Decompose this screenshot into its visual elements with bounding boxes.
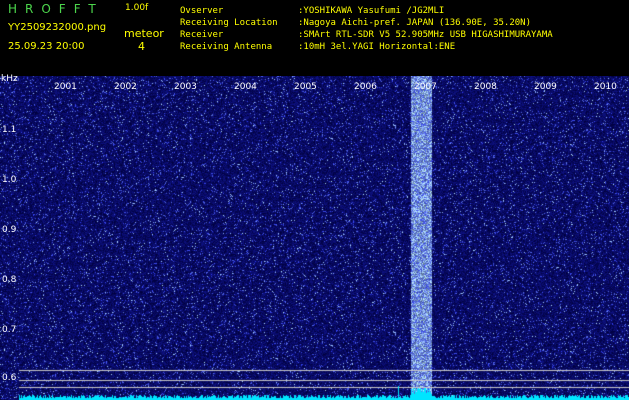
x-tick-label: 2004	[234, 82, 257, 92]
info-key: Ovserver	[180, 6, 224, 16]
header-logo: HROFFT	[8, 2, 104, 16]
x-tick-label: 2010	[594, 82, 617, 92]
x-tick-label: 2008	[474, 82, 497, 92]
x-tick-label: 2005	[294, 82, 317, 92]
y-tick-label: 1.0	[2, 175, 17, 185]
x-tick-label: 2006	[354, 82, 377, 92]
x-tick-label: 2003	[174, 82, 197, 92]
spectrogram	[0, 76, 629, 400]
meteor-count: 4	[138, 40, 145, 53]
y-tick-label: 0.6	[2, 373, 17, 383]
x-tick-label: 2009	[534, 82, 557, 92]
info-value: :10mH 3el.YAGI Horizontal:ENE	[298, 42, 456, 52]
info-antenna: Receiving Antenna :10mH 3el.YAGI Horizont…	[180, 43, 455, 52]
version-label: 1.00f	[125, 3, 149, 13]
y-tick-label: 0.8	[2, 275, 17, 285]
info-value: :Nagoya Aichi-pref. JAPAN (136.90E, 35.2…	[298, 18, 531, 28]
info-key: Receiving Antenna	[180, 42, 273, 52]
y-tick-label: 0.9	[2, 225, 17, 235]
x-tick-label: 2002	[114, 82, 137, 92]
filename-label: YY2509232000.png	[8, 22, 107, 33]
y-tick-label: 1.1	[2, 125, 17, 135]
info-receiver: Receiver :SMArt RTL-SDR V5 52.905MHz USB …	[180, 31, 553, 40]
y-unit-label: kHz	[1, 74, 18, 84]
info-key: Receiver	[180, 30, 224, 40]
info-value: :SMArt RTL-SDR V5 52.905MHz USB HIGASHIM…	[298, 30, 553, 40]
y-tick-label: 0.7	[2, 325, 17, 335]
info-key: Receiving Location	[180, 18, 278, 28]
meteor-label: meteor	[124, 27, 164, 40]
info-observer: Ovserver :YOSHIKAWA Yasufumi /JG2MLI	[180, 7, 444, 16]
datetime-label: 25.09.23 20:00	[8, 41, 85, 52]
x-tick-label: 2001	[54, 82, 77, 92]
info-value: :YOSHIKAWA Yasufumi /JG2MLI	[298, 6, 445, 16]
x-tick-label: 2007	[414, 82, 437, 92]
info-location: Receiving Location :Nagoya Aichi-pref. JA…	[180, 19, 531, 28]
